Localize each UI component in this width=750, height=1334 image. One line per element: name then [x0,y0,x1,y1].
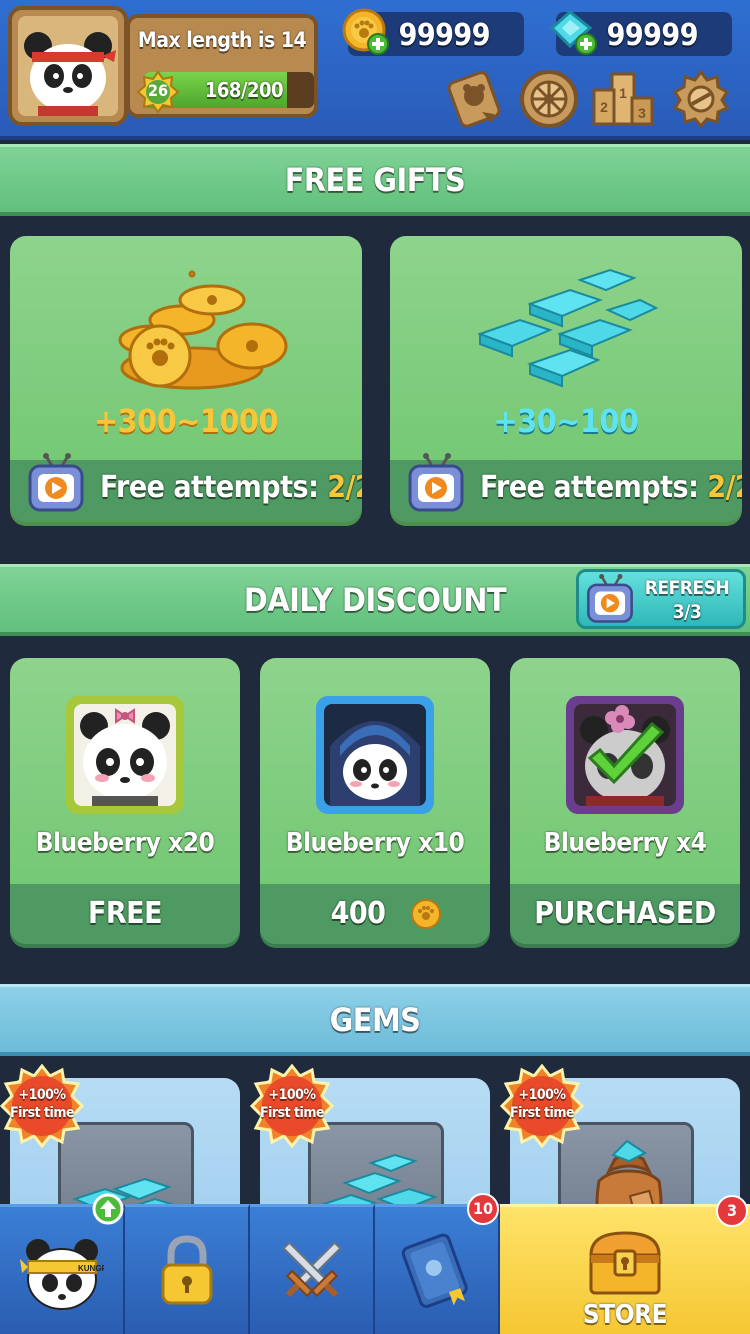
badge-line2: First time [509,1105,575,1121]
svg-text:KUNGFU: KUNGFU [78,1264,104,1273]
nav-tab-book[interactable]: 10 [375,1193,500,1334]
bottom-nav: KUNGFU [0,1193,750,1334]
max-length-text: Max length is 14 [137,28,307,52]
item-price: 400 [330,896,386,931]
svg-text:3: 3 [638,105,646,121]
panda-hooded-icon [324,704,426,806]
first-time-bonus-badge: +100% First time [0,1063,85,1149]
free-gifts-header: FREE GIFTS [0,144,750,216]
kungfu-panda-icon: KUNGFU [19,1239,104,1310]
nav-tab-battle[interactable] [250,1204,375,1334]
profile-panel: Max length is 14 168/200 26 [126,14,318,118]
free-coins-card[interactable]: +300~1000 Free attempts: 2/2 [10,236,362,522]
badge-line2: First time [9,1105,75,1121]
badge-line1: +100% [268,1087,316,1103]
item-name: Blueberry x20 [35,828,215,858]
panda-book-icon[interactable] [444,68,506,130]
store-notification-badge: 3 [716,1195,748,1227]
nav-tab-locked[interactable] [125,1204,250,1334]
item-name: Blueberry x4 [543,828,707,858]
free-gifts-title: FREE GIFTS [284,161,466,199]
attempts-count: 2/2 [707,470,742,505]
coin-counter[interactable]: 99999 [342,8,524,56]
attempts-label: Free attempts: [100,470,319,505]
gems-title: GEMS [329,1001,421,1039]
item-price-bar: PURCHASED [510,884,740,944]
coin-amount: 99999 [398,18,491,53]
coin-icon [411,899,441,929]
badge-text: +100% First time [500,1086,584,1122]
gem-counter[interactable]: 99999 [549,10,732,56]
attempts-label: Free attempts: [480,470,699,505]
badge-text: +100% First time [0,1086,84,1122]
watch-ad-tv-icon [28,453,84,512]
attempts-count: 2/2 [327,470,362,505]
watch-ad-tv-icon [408,453,464,512]
gem-amount: 99999 [606,18,699,53]
refresh-label: REFRESH [644,577,730,599]
settings-gear-icon[interactable] [670,68,732,130]
discount-item-1[interactable]: Blueberry x20 FREE [10,658,240,944]
item-portrait [66,696,184,814]
item-portrait [566,696,684,814]
player-avatar[interactable] [8,6,128,126]
level-badge: 26 [136,70,180,114]
item-price-bar: 400 [260,884,490,944]
coin-attempts-bar: Free attempts: 2/2 [10,453,362,522]
gem-attempts-text: Free attempts: 2/2 [480,470,742,505]
store-label: STORE [582,1300,668,1330]
wheel-icon[interactable] [518,68,580,130]
free-gems-card[interactable]: +30~100 Free attempts: 2/2 [390,236,742,522]
blue-book-icon [401,1233,468,1308]
nav-tab-store[interactable]: STORE 3 [500,1195,750,1334]
upgrade-arrow-icon [92,1193,124,1225]
xp-text: 168/200 [204,78,284,102]
item-price: FREE [87,896,163,931]
panda-flower-icon [574,704,676,806]
item-name: Blueberry x10 [285,828,465,858]
gem-attempts-bar: Free attempts: 2/2 [390,453,742,522]
discount-item-2[interactable]: Blueberry x10 400 [260,658,490,944]
badge-text: +100% First time [250,1086,334,1122]
refresh-count: 3/3 [672,601,702,623]
treasure-chest-icon [589,1231,661,1295]
crossed-swords-icon [281,1241,342,1298]
badge-line1: +100% [518,1087,566,1103]
refresh-text: REFRESH 3/3 [635,576,739,624]
item-status: PURCHASED [534,896,716,931]
panda-bow-icon [74,704,176,806]
gem-reward-range: +30~100 [493,402,639,440]
add-coins-icon[interactable] [340,6,392,58]
svg-text:1: 1 [619,85,627,101]
leaderboard-icon[interactable]: 1 2 3 [592,68,654,130]
first-time-bonus-badge: +100% First time [499,1063,585,1149]
svg-text:2: 2 [600,99,608,115]
gem-pile-icon [477,268,659,388]
coin-pile-icon [118,270,288,390]
item-price-bar: FREE [10,884,240,944]
item-portrait [316,696,434,814]
gems-header: GEMS [0,984,750,1056]
refresh-button[interactable]: REFRESH 3/3 [576,569,746,629]
padlock-icon [161,1235,212,1305]
level-number: 26 [147,81,169,100]
coin-attempts-text: Free attempts: 2/2 [100,470,362,505]
nav-tab-character[interactable]: KUNGFU [0,1193,125,1334]
top-bar: Max length is 14 168/200 26 99999 99999 … [0,0,750,140]
book-notification-badge: 10 [467,1193,499,1225]
badge-line1: +100% [18,1087,66,1103]
discount-item-3: Blueberry x4 PURCHASED [510,658,740,944]
add-gems-icon[interactable] [548,6,600,58]
badge-line2: First time [259,1105,325,1121]
panda-avatar-icon [18,16,118,116]
first-time-bonus-badge: +100% First time [249,1063,335,1149]
coin-reward-range: +300~1000 [94,402,278,440]
watch-ad-tv-icon [587,574,633,623]
